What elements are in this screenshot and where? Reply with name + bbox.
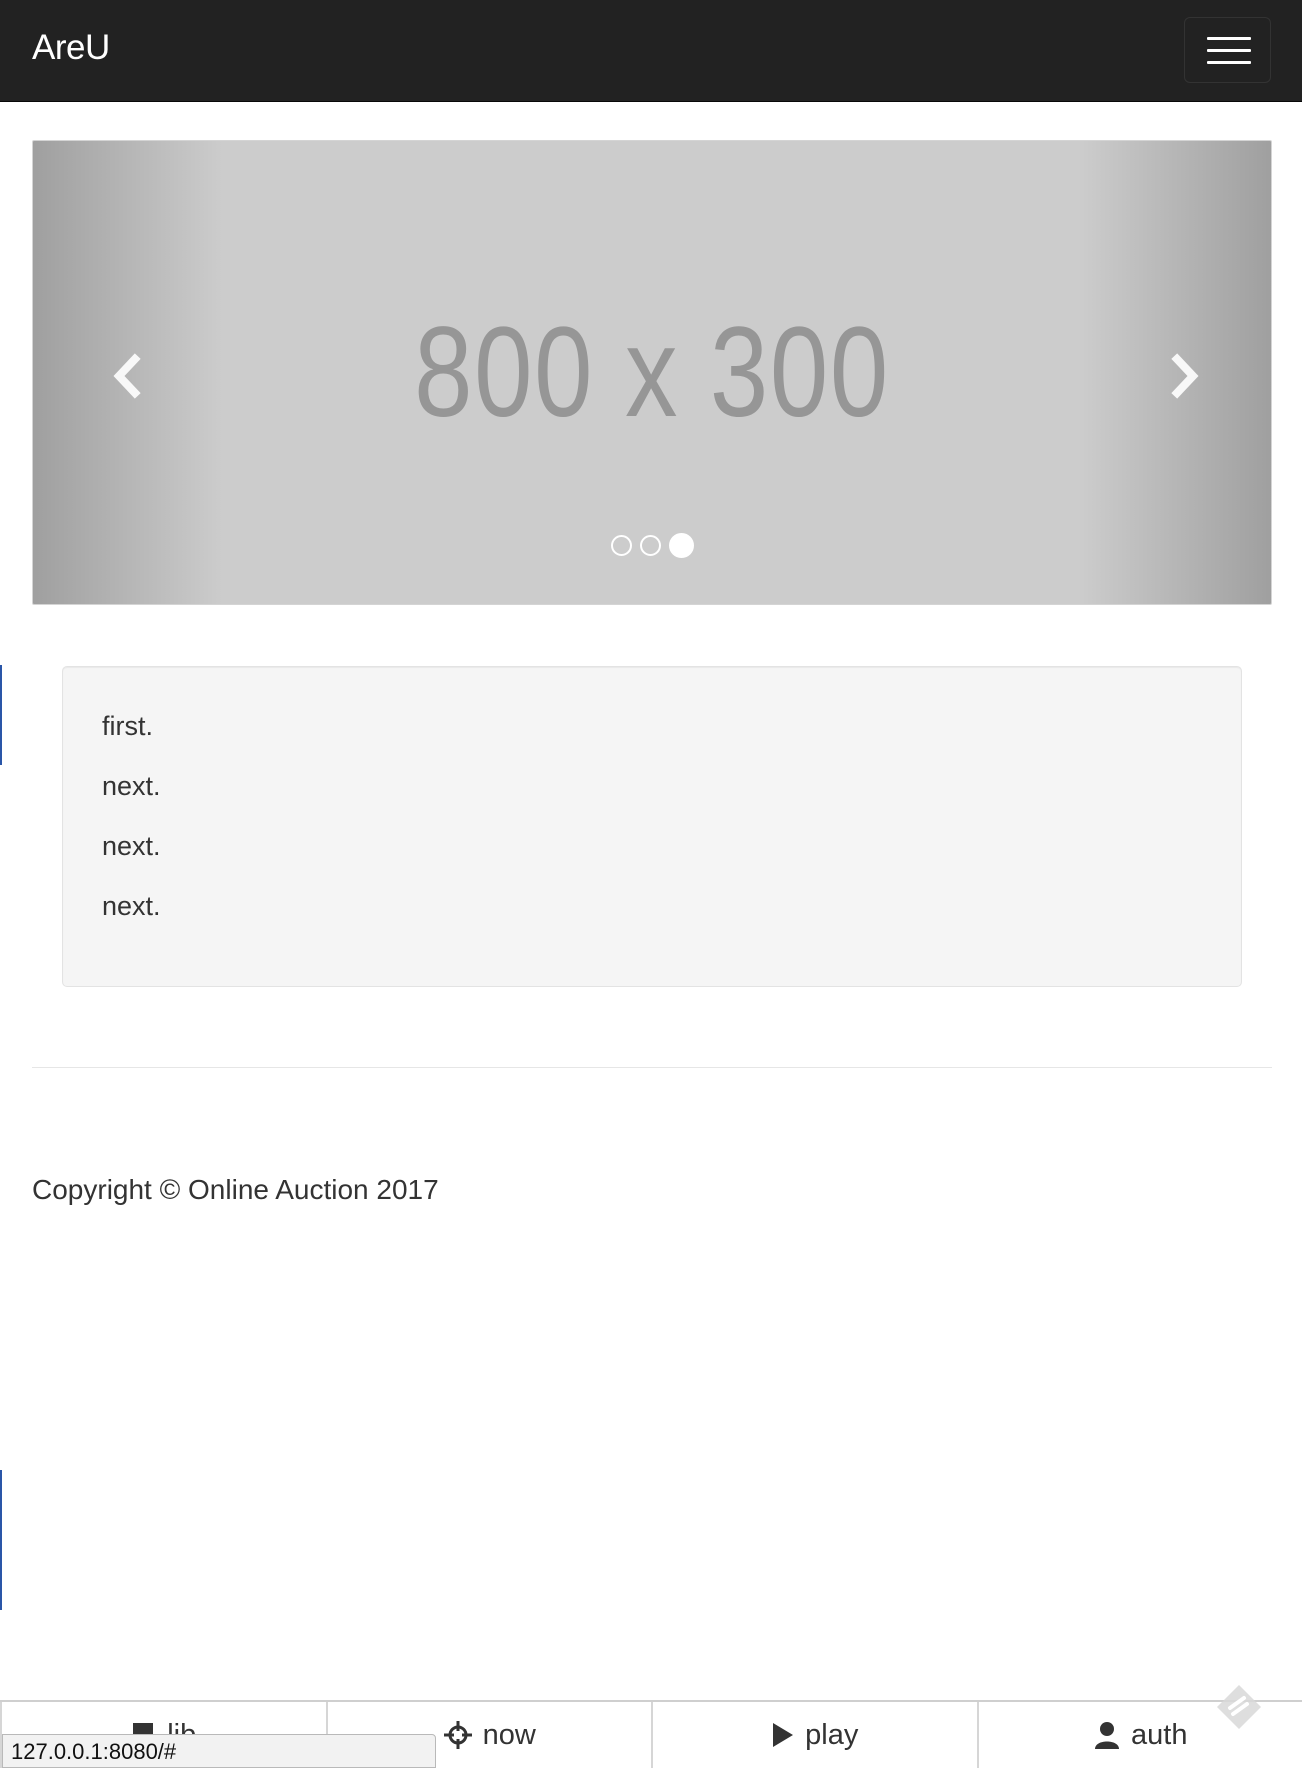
tab-label: play	[805, 1718, 859, 1751]
user-icon	[1093, 1720, 1121, 1750]
carousel-indicator-active[interactable]	[668, 532, 694, 558]
well-line: first.	[102, 711, 153, 741]
left-edge-accent	[0, 665, 2, 765]
well-line: next.	[102, 771, 161, 801]
navbar: AreU	[0, 0, 1302, 102]
content-well: first. next. next. next.	[62, 666, 1242, 987]
navbar-brand[interactable]: AreU	[32, 28, 110, 68]
well-line: next.	[102, 891, 161, 921]
navbar-toggle-button[interactable]	[1184, 17, 1271, 83]
status-bar-url: 127.0.0.1:8080/#	[2, 1734, 436, 1768]
hamburger-icon	[1207, 37, 1251, 40]
crosshair-icon	[443, 1720, 473, 1750]
tab-label: auth	[1131, 1718, 1188, 1751]
chevron-left-icon[interactable]	[107, 351, 147, 401]
tab-label: now	[482, 1718, 536, 1751]
play-icon	[771, 1721, 795, 1749]
tab-play[interactable]: play	[651, 1702, 977, 1768]
footer-copyright: Copyright © Online Auction 2017	[32, 1174, 439, 1205]
image-carousel: 800 x 300	[32, 140, 1272, 605]
chevron-right-icon[interactable]	[1165, 351, 1205, 401]
well-line: next.	[102, 831, 161, 861]
feedback-widget-icon[interactable]	[1214, 1682, 1264, 1732]
footer-divider	[32, 1067, 1272, 1068]
carousel-indicator[interactable]	[610, 534, 632, 556]
left-edge-accent	[0, 1470, 2, 1610]
carousel-indicator[interactable]	[639, 534, 661, 556]
carousel-indicators	[33, 531, 1271, 559]
